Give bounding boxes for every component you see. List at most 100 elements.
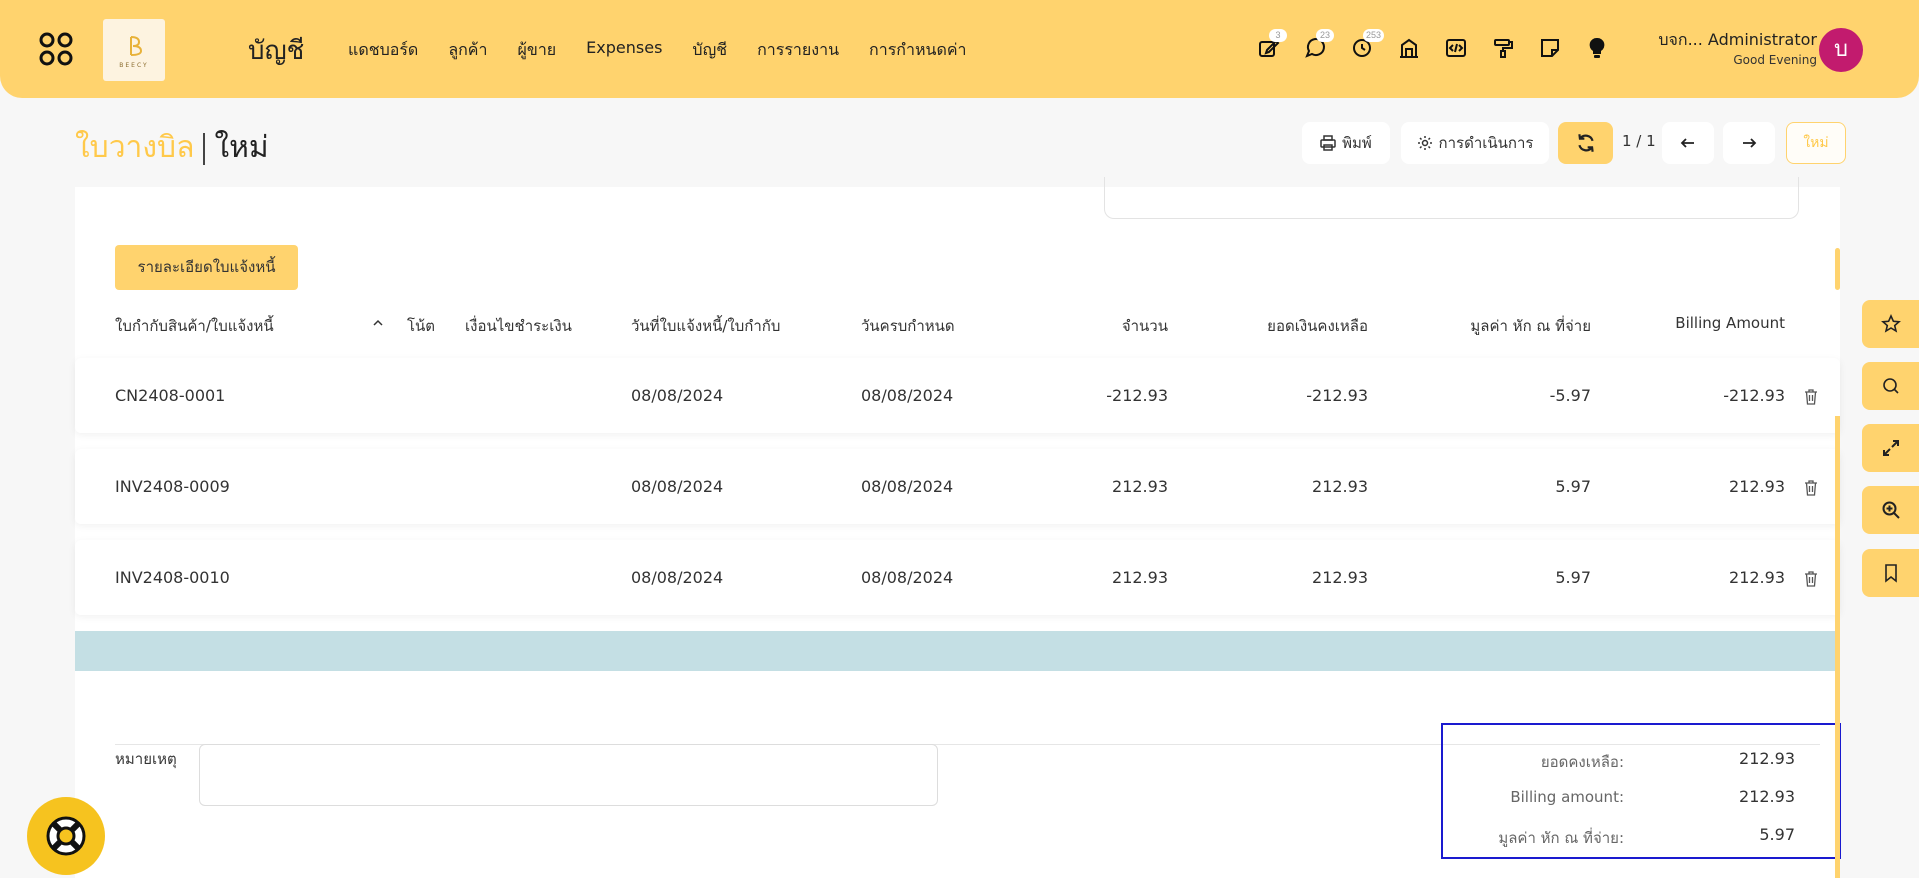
total-billing-value: 212.93: [1739, 787, 1795, 806]
arrow-right-icon: [1743, 138, 1757, 148]
totals-panel: ยอดคงเหลือ: 212.93 Billing amount: 212.9…: [1441, 723, 1841, 859]
favorite-button[interactable]: [1862, 300, 1919, 348]
row-withholding[interactable]: -5.97: [1550, 386, 1591, 405]
table-row[interactable]: INV2408-0010 08/08/2024 08/08/2024 212.9…: [75, 540, 1840, 615]
row-document[interactable]: CN2408-0001: [115, 386, 225, 405]
header-withholding[interactable]: มูลค่า หัก ณ ที่จ่าย: [1470, 314, 1591, 338]
search-button[interactable]: [1862, 362, 1919, 410]
star-icon: [1880, 314, 1901, 333]
clock-badge: 253: [1363, 29, 1385, 42]
apps-grid-icon[interactable]: [38, 31, 74, 67]
nav-dashboard[interactable]: แดชบอร์ด: [348, 38, 418, 63]
previous-button[interactable]: [1662, 122, 1714, 164]
company-logo[interactable]: BEECY: [103, 19, 165, 81]
row-amount: 212.93: [1112, 568, 1168, 587]
row-document[interactable]: INV2408-0009: [115, 477, 230, 496]
header-note[interactable]: โน้ต: [407, 314, 435, 338]
invoice-details-tab[interactable]: รายละเอียดใบแจ้งหนี้: [115, 245, 298, 290]
code-icon[interactable]: [1444, 36, 1468, 60]
nav-customers[interactable]: ลูกค้า: [448, 38, 487, 63]
nav-vendors[interactable]: ผู้ขาย: [518, 38, 557, 63]
row-billing-amount[interactable]: 212.93: [1729, 477, 1785, 496]
trash-icon[interactable]: [1804, 571, 1818, 587]
print-button[interactable]: พิมพ์: [1302, 122, 1390, 164]
row-amount: 212.93: [1112, 477, 1168, 496]
header-payment-terms[interactable]: เงื่อนไขชำระเงิน: [465, 314, 572, 338]
row-balance: 212.93: [1312, 477, 1368, 496]
app-title: บัญชี: [248, 36, 305, 66]
table-row[interactable]: CN2408-0001 08/08/2024 08/08/2024 -212.9…: [75, 358, 1840, 433]
chat-icon[interactable]: 23: [1303, 29, 1334, 60]
total-billing-label: Billing amount:: [1510, 788, 1624, 806]
row-billing-amount[interactable]: 212.93: [1729, 568, 1785, 587]
clock-icon[interactable]: 253: [1350, 29, 1385, 60]
breadcrumb-separator: [203, 132, 206, 165]
top-navbar: BEECY บัญชี แดชบอร์ด ลูกค้า ผู้ขาย Expen…: [0, 0, 1919, 98]
pager: 1 / 1: [1622, 132, 1656, 150]
row-billing-amount[interactable]: -212.93: [1723, 386, 1785, 405]
breadcrumb-current: ใหม่: [214, 130, 269, 165]
form-field-box[interactable]: [1104, 177, 1799, 219]
expand-button[interactable]: [1862, 424, 1919, 472]
actions-button[interactable]: การดำเนินการ: [1401, 122, 1549, 164]
scrollbar-track[interactable]: [1835, 416, 1840, 878]
lightbulb-icon[interactable]: [1585, 36, 1609, 60]
row-withholding[interactable]: 5.97: [1555, 477, 1591, 496]
user-name[interactable]: บจก... Administrator: [1658, 28, 1817, 53]
total-withholding-value: 5.97: [1759, 825, 1795, 844]
row-due-date: 08/08/2024: [861, 477, 954, 496]
row-invoice-date: 08/08/2024: [631, 477, 724, 496]
row-due-date: 08/08/2024: [861, 386, 954, 405]
print-label: พิมพ์: [1342, 134, 1372, 152]
avatar[interactable]: บ: [1819, 28, 1863, 72]
trash-icon[interactable]: [1804, 480, 1818, 496]
edit-icon[interactable]: 3: [1256, 29, 1287, 60]
nav-expenses[interactable]: Expenses: [586, 38, 662, 63]
new-button[interactable]: ใหม่: [1786, 122, 1846, 164]
header-invoice-date[interactable]: วันที่ใบแจ้งหนี้/ใบกำกับ: [631, 314, 780, 338]
bookmark-icon: [1884, 564, 1897, 583]
help-button[interactable]: [27, 797, 105, 875]
header-billing-amount[interactable]: Billing Amount: [1675, 314, 1785, 332]
main-nav: แดชบอร์ด ลูกค้า ผู้ขาย Expenses บัญชี กา…: [348, 38, 967, 63]
actions-label: การดำเนินการ: [1438, 134, 1534, 152]
next-button[interactable]: [1723, 122, 1775, 164]
breadcrumb: ใบวางบิล ใหม่: [75, 124, 269, 171]
trash-icon[interactable]: [1804, 389, 1818, 405]
printer-icon: [1320, 135, 1336, 151]
header-amount[interactable]: จำนวน: [1122, 314, 1168, 338]
user-greeting: Good Evening: [1733, 53, 1817, 67]
nav-reporting[interactable]: การรายงาน: [757, 38, 839, 63]
bookmark-button[interactable]: [1862, 549, 1919, 597]
refresh-button[interactable]: [1558, 122, 1613, 164]
logo-text: BEECY: [119, 62, 149, 69]
notes-label: หมายเหตุ: [115, 750, 177, 768]
nav-accounting[interactable]: บัญชี: [692, 38, 727, 63]
header-document[interactable]: ใบกำกับสินค้า/ใบแจ้งหนี้: [115, 314, 274, 338]
edit-badge: 3: [1269, 29, 1287, 42]
row-document[interactable]: INV2408-0010: [115, 568, 230, 587]
header-balance[interactable]: ยอดเงินคงเหลือ: [1267, 314, 1368, 338]
sort-ascending-icon[interactable]: [370, 315, 386, 331]
row-withholding[interactable]: 5.97: [1555, 568, 1591, 587]
notes-textarea[interactable]: [199, 744, 938, 806]
zoom-button[interactable]: [1862, 486, 1919, 534]
header-due-date[interactable]: วันครบกำหนด: [861, 314, 955, 338]
lifebuoy-icon: [46, 816, 86, 856]
row-invoice-date: 08/08/2024: [631, 568, 724, 587]
arrow-left-icon: [1680, 138, 1694, 148]
paint-roller-icon[interactable]: [1491, 36, 1515, 60]
scrollbar-thumb[interactable]: [1835, 248, 1840, 290]
form-content: รายละเอียดใบแจ้งหนี้ ใบกำกับสินค้า/ใบแจ้…: [75, 177, 1841, 878]
gear-icon: [1417, 136, 1432, 150]
breadcrumb-parent[interactable]: ใบวางบิล: [75, 130, 194, 165]
total-withholding-label: มูลค่า หัก ณ ที่จ่าย:: [1498, 829, 1624, 847]
row-due-date: 08/08/2024: [861, 568, 954, 587]
table-row[interactable]: INV2408-0009 08/08/2024 08/08/2024 212.9…: [75, 449, 1840, 524]
row-balance: 212.93: [1312, 568, 1368, 587]
row-amount: -212.93: [1106, 386, 1168, 405]
sticky-note-icon[interactable]: [1538, 36, 1562, 60]
nav-configuration[interactable]: การกำหนดค่า: [869, 38, 967, 63]
table-footer-band: [75, 631, 1840, 671]
building-icon[interactable]: [1397, 36, 1421, 60]
